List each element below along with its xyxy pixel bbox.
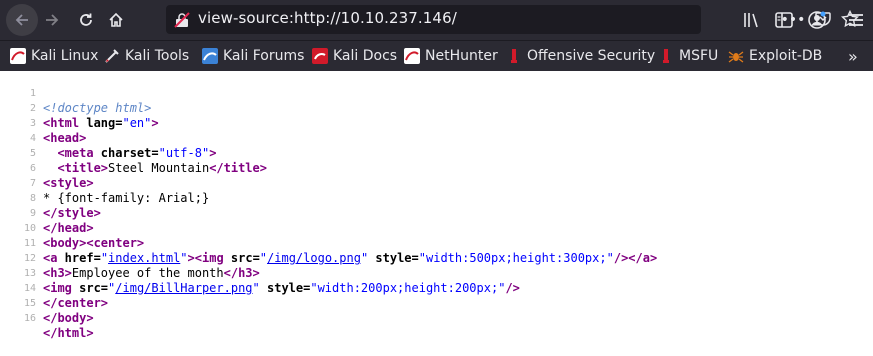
home-button[interactable]	[102, 6, 130, 34]
exploitdb-icon	[728, 51, 744, 63]
bookmark-nethunter[interactable]: NetHunter	[404, 47, 498, 65]
account-icon[interactable]	[807, 10, 827, 30]
bookmark-label: Kali Linux	[31, 48, 99, 64]
bookmark-exploit-db[interactable]: Exploit-DB	[728, 47, 822, 65]
bookmark-kali-linux[interactable]: Kali Linux	[10, 47, 98, 65]
msfu-icon	[663, 49, 669, 63]
source-line: 8 </style>	[0, 176, 873, 220]
library-icon[interactable]	[742, 10, 762, 30]
source-line: 3 <head>	[0, 101, 873, 145]
bookmark-label: MSFU	[679, 48, 719, 64]
bookmarks-overflow-button[interactable]: »	[848, 47, 866, 66]
source-view: 1 <!doctype html> 2 <html lang="en"> 3 <…	[0, 71, 873, 340]
bookmark-kali-tools[interactable]: Kali Tools	[104, 47, 189, 65]
insecure-connection-icon[interactable]	[174, 12, 190, 28]
kali-icon	[10, 48, 26, 64]
source-line: 5 <title>Steel Mountain</title>	[0, 131, 873, 175]
tag: </html>	[43, 326, 94, 340]
url-text[interactable]: view-source:http://10.10.237.146/	[198, 9, 457, 27]
bookmark-label: Kali Docs	[333, 48, 398, 64]
bookmark-kali-forums[interactable]: Kali Forums	[202, 47, 304, 65]
url-bar[interactable]: view-source:http://10.10.237.146/ •••	[166, 5, 859, 34]
bookmark-label: Kali Forums	[223, 48, 305, 64]
source-line: 7 * {font-family: Arial;}	[0, 161, 873, 205]
source-line: 9 </head>	[0, 191, 873, 235]
bookmark-msfu[interactable]: MSFU	[658, 47, 718, 65]
kali-forums-icon	[202, 48, 218, 64]
reload-icon	[80, 13, 92, 26]
kali-docs-icon	[312, 48, 328, 64]
forward-button[interactable]	[38, 6, 66, 34]
source-line: 15 </body>	[0, 281, 873, 325]
line-number: 16	[23, 313, 36, 324]
source-line: 2 <html lang="en">	[0, 86, 873, 130]
tag: </body>	[43, 311, 94, 325]
bookmarks-toolbar: Kali Linux Kali Tools Kali Forums Kali D…	[0, 40, 873, 71]
browser-toolbar: view-source:http://10.10.237.146/ •••	[0, 0, 873, 40]
home-icon	[109, 12, 123, 27]
bookmark-label: Offensive Security	[527, 48, 656, 64]
sidebar-icon[interactable]	[774, 10, 794, 30]
forward-arrow-icon	[46, 14, 59, 26]
source-line: 4 <meta charset="utf-8">	[0, 116, 873, 160]
kali-tools-icon	[105, 49, 119, 63]
source-line: 6 <style>	[0, 146, 873, 190]
bookmark-label: Kali Tools	[125, 48, 190, 64]
back-arrow-icon	[15, 14, 28, 26]
offsec-icon	[511, 49, 517, 63]
reload-button[interactable]	[72, 6, 100, 34]
bookmark-kali-docs[interactable]: Kali Docs	[312, 47, 397, 65]
bookmark-label: Exploit-DB	[749, 48, 823, 64]
source-line: 11 <a href="index.html"><img src="/img/l…	[0, 221, 873, 265]
source-line: 12 <h3>Employee of the month</h3>	[0, 236, 873, 280]
bookmark-label: NetHunter	[425, 48, 498, 64]
hamburger-menu-icon[interactable]	[846, 10, 866, 30]
source-line: 14 </center>	[0, 266, 873, 310]
source-line: 10 <body><center>	[0, 206, 873, 250]
source-line: 1 <!doctype html>	[0, 71, 873, 115]
source-line: 16 </html>	[0, 296, 873, 340]
bookmark-offensive-security[interactable]: Offensive Security	[506, 47, 655, 65]
nethunter-icon	[404, 48, 420, 64]
back-button[interactable]	[6, 4, 38, 36]
source-line: 13 <img src="/img/BillHarper.png" style=…	[0, 251, 873, 295]
